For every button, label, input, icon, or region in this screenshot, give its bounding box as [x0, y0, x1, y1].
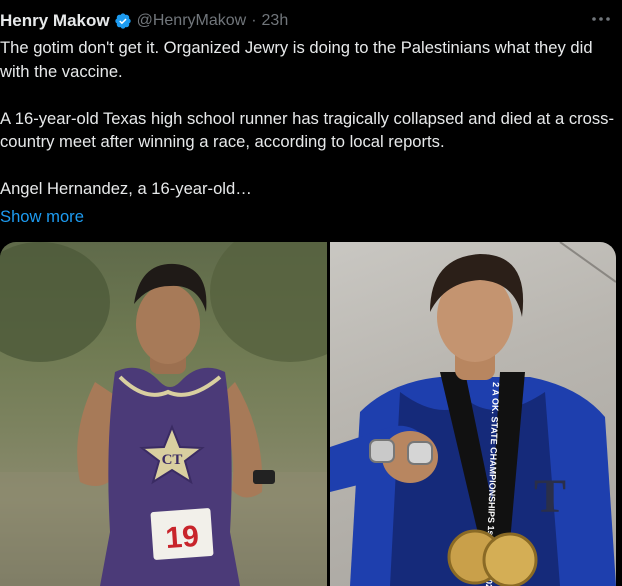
tweet-time[interactable]: 23h — [262, 12, 289, 30]
tweet-header: Henry Makow @HenryMakow · 23h — [0, 10, 288, 32]
photo-runner[interactable]: CT 19 — [0, 242, 327, 586]
tweet-media-grid: CT 19 T 2 A OK. STATE CHAMPIONSHIPS 1st … — [0, 242, 616, 586]
bib-number: 19 — [164, 520, 200, 555]
runner-illustration: CT 19 — [0, 242, 327, 586]
jersey-logo: CT — [162, 452, 183, 468]
tweet-body-text: The gotim don't get it. Organized Jewry … — [0, 38, 615, 198]
more-options-icon[interactable] — [590, 12, 612, 26]
author-handle[interactable]: @HenryMakow — [137, 12, 247, 30]
author-name[interactable]: Henry Makow — [0, 11, 110, 31]
jacket-letter: T — [534, 470, 566, 523]
photo-champion[interactable]: T 2 A OK. STATE CHAMPIONSHIPS 1st PLACE … — [330, 242, 616, 586]
champion-illustration: T 2 A OK. STATE CHAMPIONSHIPS 1st PLACE … — [330, 242, 616, 586]
verified-badge-icon — [114, 13, 131, 29]
show-more-link[interactable]: Show more — [0, 205, 84, 228]
separator-dot: · — [251, 12, 257, 29]
